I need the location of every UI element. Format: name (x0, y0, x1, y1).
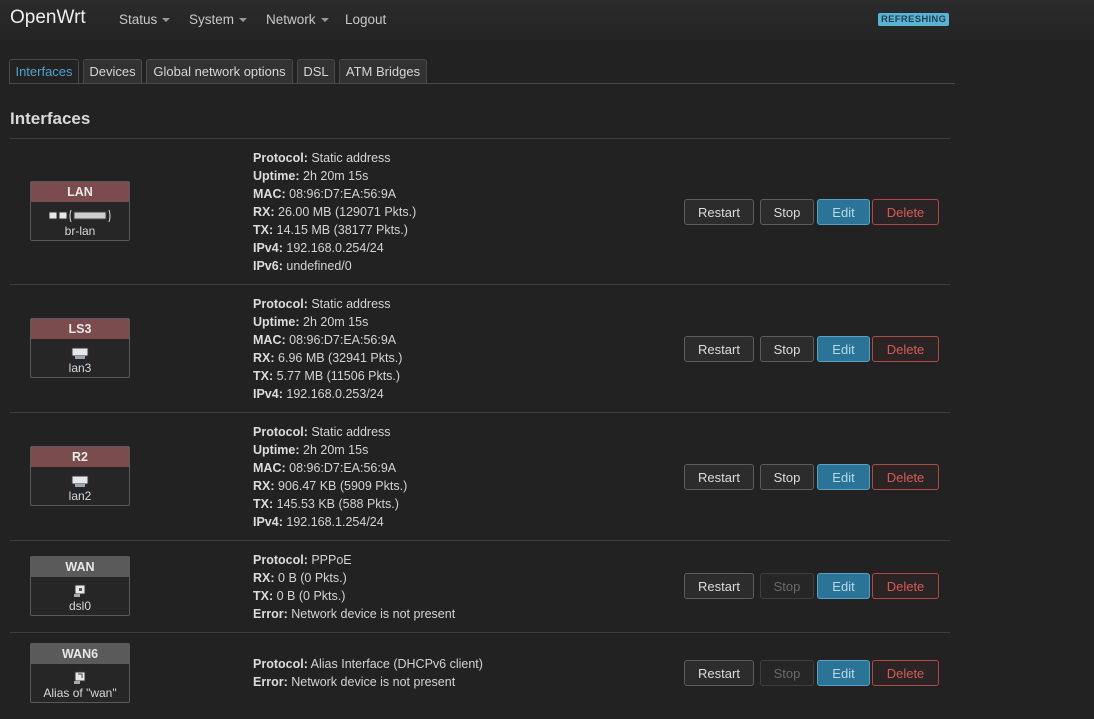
chevron-down-icon (162, 18, 171, 22)
restart-button[interactable]: Restart (684, 464, 754, 490)
menu-network[interactable]: Network (266, 12, 329, 27)
interface-info: Protocol: Static address Uptime: 2h 20m … (253, 295, 402, 403)
info-line: RX: 6.96 MB (32941 Pkts.) (253, 351, 403, 365)
interface-info: Protocol: Static address Uptime: 2h 20m … (253, 149, 416, 275)
interface-badge[interactable]: WAN dsl0 (30, 556, 130, 616)
tab-dsl[interactable]: DSL (297, 59, 335, 84)
info-line: Uptime: 2h 20m 15s (253, 315, 369, 329)
interface-info: Protocol: Static address Uptime: 2h 20m … (253, 423, 407, 531)
info-line: MAC: 08:96:D7:EA:56:9A (253, 187, 397, 201)
interface-row-r2: R2 lan2 Protocol: Static address Uptime:… (10, 413, 950, 540)
info-line: Protocol: Static address (253, 297, 391, 311)
delete-button[interactable]: Delete (872, 336, 939, 362)
tab-divider (9, 83, 955, 84)
interface-badge[interactable]: LS3 lan3 (30, 318, 130, 378)
device-name: lan3 (68, 361, 92, 375)
info-line: RX: 26.00 MB (129071 Pkts.) (253, 205, 417, 219)
edit-button[interactable]: Edit (817, 199, 870, 225)
interface-row-wan: WAN dsl0 Protocol: PPPoE RX: 0 B (0 Pkts… (10, 541, 950, 632)
chevron-down-icon (320, 18, 329, 22)
network-device-icon (31, 582, 129, 598)
interface-row-wan6: WAN6 Alias of "wan" Protocol: Alias Inte… (10, 633, 950, 719)
restart-button[interactable]: Restart (684, 660, 754, 686)
interface-name: LAN (31, 182, 129, 202)
ethernet-port-icon (31, 472, 129, 488)
delete-button[interactable]: Delete (872, 660, 939, 686)
info-line: Error: Network device is not present (253, 675, 456, 689)
tab-global-network-options[interactable]: Global network options (146, 59, 293, 84)
menu-status[interactable]: Status (119, 12, 171, 27)
interface-name: LS3 (31, 319, 129, 339)
device-name: dsl0 (68, 599, 91, 613)
top-navbar: OpenWrt Status System Network Logout REF… (0, 0, 1094, 40)
interface-badge[interactable]: R2 lan2 (30, 446, 130, 506)
brand-logo[interactable]: OpenWrt (10, 7, 86, 29)
interface-name: WAN6 (31, 644, 129, 664)
delete-button[interactable]: Delete (872, 199, 939, 225)
info-line: RX: 906.47 KB (5909 Pkts.) (253, 479, 408, 493)
info-line: TX: 5.77 MB (11506 Pkts.) (253, 369, 401, 383)
interface-info: Protocol: PPPoE RX: 0 B (0 Pkts.) TX: 0 … (253, 551, 455, 623)
chevron-down-icon (239, 18, 248, 22)
restart-button[interactable]: Restart (684, 573, 754, 599)
stop-button[interactable]: Stop (760, 336, 814, 362)
bridge-icon (31, 207, 129, 223)
info-line: TX: 0 B (0 Pkts.) (253, 589, 346, 603)
alias-icon (31, 669, 129, 685)
interface-badge[interactable]: WAN6 Alias of "wan" (30, 643, 130, 703)
edit-button[interactable]: Edit (817, 660, 870, 686)
info-line: IPv6: undefined/0 (253, 259, 352, 273)
menu-system[interactable]: System (189, 12, 248, 27)
tab-devices[interactable]: Devices (83, 59, 142, 84)
info-line: TX: 145.53 KB (588 Pkts.) (253, 497, 399, 511)
device-name: lan2 (68, 489, 92, 503)
delete-button[interactable]: Delete (872, 464, 939, 490)
interface-info: Protocol: Alias Interface (DHCPv6 client… (253, 655, 483, 691)
info-line: Protocol: Static address (253, 425, 391, 439)
info-line: Uptime: 2h 20m 15s (253, 443, 369, 457)
interface-name: R2 (31, 447, 129, 467)
stop-button[interactable]: Stop (760, 464, 814, 490)
menu-logout[interactable]: Logout (345, 12, 386, 27)
stop-button[interactable]: Stop (760, 573, 814, 599)
restart-button[interactable]: Restart (684, 336, 754, 362)
interface-name: WAN (31, 557, 129, 577)
edit-button[interactable]: Edit (817, 464, 870, 490)
device-name: br-lan (64, 224, 96, 238)
tab-atm-bridges[interactable]: ATM Bridges (339, 59, 427, 84)
info-line: TX: 14.15 MB (38177 Pkts.) (253, 223, 408, 237)
info-line: MAC: 08:96:D7:EA:56:9A (253, 333, 397, 347)
info-line: IPv4: 192.168.1.254/24 (253, 515, 384, 529)
info-line: IPv4: 192.168.0.253/24 (253, 387, 384, 401)
info-line: MAC: 08:96:D7:EA:56:9A (253, 461, 397, 475)
info-line: Protocol: PPPoE (253, 553, 352, 567)
page-title: Interfaces (10, 109, 91, 128)
interface-badge[interactable]: LAN br-lan (30, 181, 130, 241)
info-line: Protocol: Static address (253, 151, 391, 165)
restart-button[interactable]: Restart (684, 199, 754, 225)
edit-button[interactable]: Edit (817, 336, 870, 362)
ethernet-port-icon (31, 344, 129, 360)
delete-button[interactable]: Delete (872, 573, 939, 599)
stop-button[interactable]: Stop (760, 199, 814, 225)
interface-row-ls3: LS3 lan3 Protocol: Static address Uptime… (10, 285, 950, 412)
info-line: IPv4: 192.168.0.254/24 (253, 241, 384, 255)
info-line: Protocol: Alias Interface (DHCPv6 client… (253, 657, 483, 671)
stop-button[interactable]: Stop (760, 660, 814, 686)
refreshing-badge[interactable]: REFRESHING (878, 13, 950, 26)
device-name: Alias of "wan" (43, 686, 117, 700)
info-line: Error: Network device is not present (253, 607, 456, 621)
tab-interfaces[interactable]: Interfaces (9, 59, 79, 84)
interface-row-lan: LAN br-lan Protocol: Static address Upti… (10, 139, 950, 284)
info-line: Uptime: 2h 20m 15s (253, 169, 369, 183)
edit-button[interactable]: Edit (817, 573, 870, 599)
info-line: RX: 0 B (0 Pkts.) (253, 571, 347, 585)
